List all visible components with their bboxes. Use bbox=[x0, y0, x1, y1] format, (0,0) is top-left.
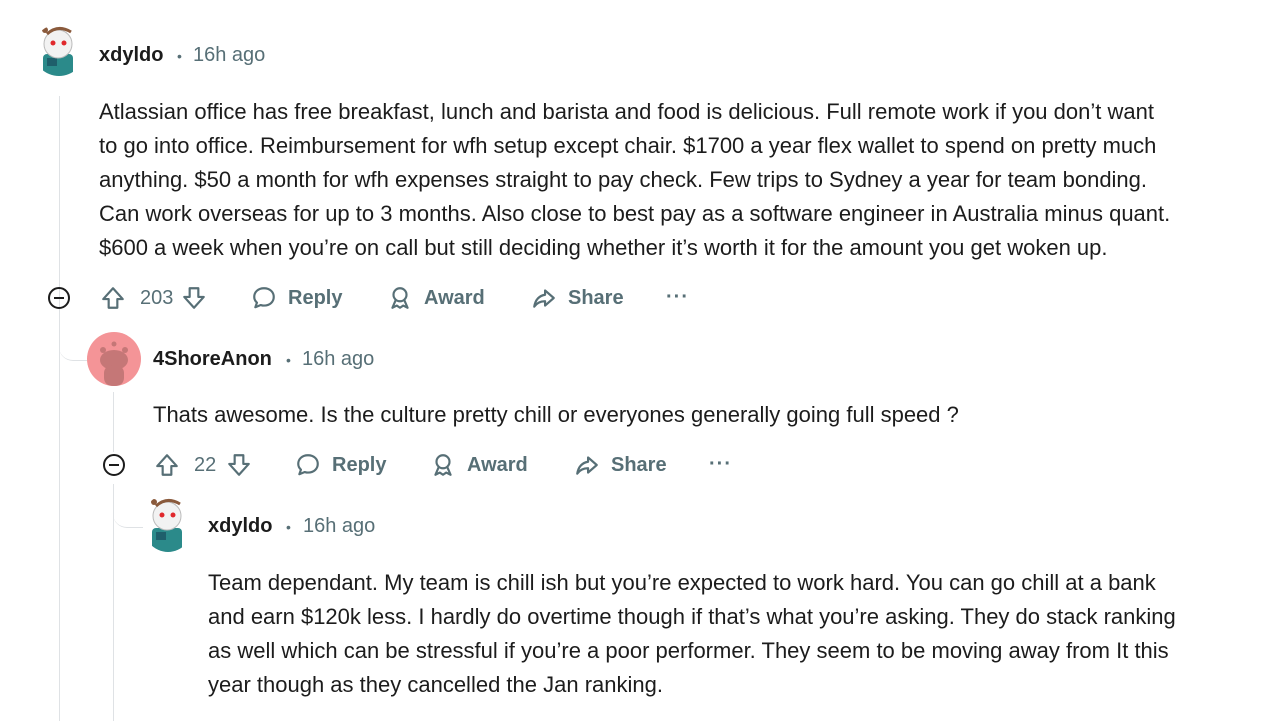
avatar[interactable] bbox=[142, 494, 194, 552]
thread-connector bbox=[113, 485, 143, 528]
reply-button[interactable]: Reply bbox=[250, 284, 342, 312]
comment-body: Atlassian office has free breakfast, lun… bbox=[99, 99, 1171, 260]
downvote-icon[interactable] bbox=[226, 452, 252, 478]
vote-group: 203 bbox=[100, 284, 207, 312]
award-label: Award bbox=[467, 453, 528, 476]
thread-connector bbox=[59, 318, 87, 361]
timestamp[interactable]: 16h ago bbox=[193, 44, 265, 67]
upvote-icon[interactable] bbox=[100, 285, 126, 311]
collapse-button[interactable] bbox=[103, 454, 125, 476]
share-icon bbox=[576, 456, 598, 475]
vote-group: 22 bbox=[154, 451, 252, 479]
collapse-button[interactable] bbox=[48, 287, 70, 309]
timestamp[interactable]: 16h ago bbox=[302, 348, 374, 371]
award-button[interactable]: Award bbox=[429, 451, 528, 479]
downvote-icon[interactable] bbox=[181, 285, 207, 311]
comment-body: Team dependant. My team is chill ish but… bbox=[208, 570, 1176, 697]
thread-line-root[interactable] bbox=[59, 96, 60, 721]
vote-count: 203 bbox=[140, 286, 174, 309]
snoo-avatar-icon bbox=[151, 499, 182, 552]
username[interactable]: xdyldo bbox=[99, 44, 163, 67]
timestamp[interactable]: 16h ago bbox=[303, 515, 375, 538]
reply-button[interactable]: Reply bbox=[294, 451, 386, 479]
share-label: Share bbox=[568, 286, 624, 309]
separator-dot: • bbox=[286, 352, 291, 368]
reply-label: Reply bbox=[332, 453, 387, 476]
snoo-avatar-icon bbox=[100, 341, 128, 386]
more-options-button[interactable]: ··· bbox=[709, 453, 732, 476]
separator-dot: • bbox=[286, 519, 291, 535]
avatar[interactable] bbox=[33, 24, 85, 76]
share-button[interactable]: Share bbox=[530, 284, 624, 312]
award-label: Award bbox=[424, 286, 485, 309]
share-button[interactable]: Share bbox=[573, 451, 667, 479]
comment-body: Thats awesome. Is the culture pretty chi… bbox=[153, 402, 959, 427]
comment-bubble-icon bbox=[253, 287, 275, 309]
username[interactable]: xdyldo bbox=[208, 515, 272, 538]
share-icon bbox=[533, 289, 555, 308]
award-icon bbox=[391, 287, 409, 309]
vote-count: 22 bbox=[194, 453, 217, 476]
separator-dot: • bbox=[177, 48, 182, 64]
award-icon bbox=[434, 454, 452, 476]
thread-line-level2[interactable] bbox=[113, 392, 114, 452]
more-options-button[interactable]: ··· bbox=[666, 286, 689, 309]
reply-label: Reply bbox=[288, 286, 343, 309]
avatar[interactable] bbox=[87, 332, 141, 386]
snoo-avatar-icon bbox=[42, 27, 73, 76]
username[interactable]: 4ShoreAnon bbox=[153, 348, 272, 371]
award-button[interactable]: Award bbox=[386, 284, 485, 312]
share-label: Share bbox=[611, 453, 667, 476]
upvote-icon[interactable] bbox=[154, 452, 180, 478]
comment-bubble-icon bbox=[297, 454, 319, 476]
